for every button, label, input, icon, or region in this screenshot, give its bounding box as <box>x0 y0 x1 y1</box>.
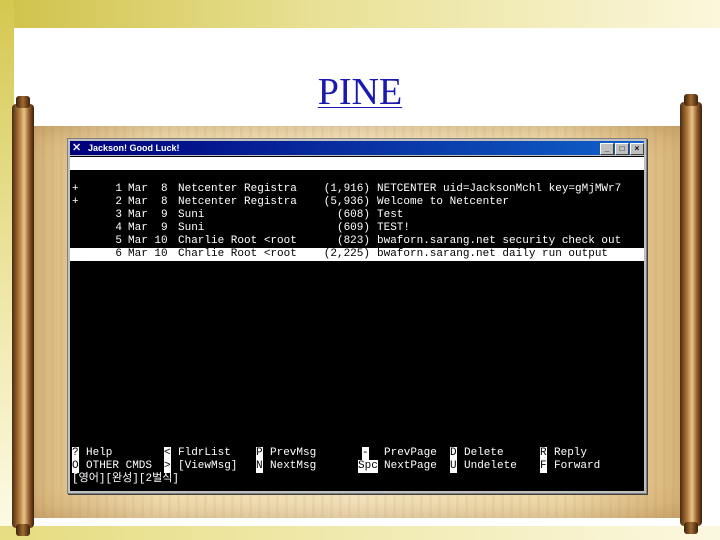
message-from: Charlie Root <root <box>178 248 297 260</box>
pine-terminal[interactable]: PINE 4.21 MESSAGE INDEX Folder: INBOX Me… <box>70 156 644 491</box>
command-label[interactable]: Help <box>86 447 112 460</box>
command-label[interactable]: Delete <box>464 447 504 460</box>
message-size: (5,936) <box>323 196 370 208</box>
message-subject: NETCENTER uid=JacksonMchl key=gMjMWr7 <box>377 183 622 195</box>
message-subject: bwaforn.sarang.net security check out <box>377 235 622 247</box>
command-key[interactable]: D <box>450 447 457 460</box>
command-menu-row-1: ? Help < FldrList P PrevMsg - PrevPage D Delete R R… <box>70 447 644 460</box>
message-row[interactable]: +1 Mar 8 Netcenter Registra (1,916) NETCENTE… <box>70 183 644 196</box>
message-row[interactable]: +2 Mar 8 Netcenter Registra (5,936) Welcome … <box>70 196 644 209</box>
message-from: Netcenter Registra <box>178 196 297 208</box>
message-row[interactable]: 6 Mar 10 Charlie Root <root (2,225) bwaforn.… <box>70 248 644 261</box>
scroll-roller-right <box>680 94 702 534</box>
pine-version: PINE 4.21 <box>88 170 148 182</box>
message-size: (823) <box>336 235 370 247</box>
x-app-icon: ✕ <box>72 142 82 154</box>
message-size: (609) <box>336 222 370 234</box>
message-date: Mar 8 <box>128 183 168 195</box>
command-label[interactable]: PrevPage <box>384 447 437 460</box>
command-key[interactable]: ? <box>72 447 79 460</box>
message-subject: bwaforn.sarang.net daily run output <box>377 248 609 260</box>
message-from: Netcenter Registra <box>178 183 297 195</box>
slide-title: PINE <box>317 71 403 113</box>
command-label[interactable]: PrevMsg <box>270 447 316 460</box>
message-num: 5 <box>115 235 122 247</box>
command-key[interactable]: < <box>164 447 171 460</box>
message-num: 6 <box>115 248 122 260</box>
background-band-top <box>0 0 720 28</box>
message-num: 3 <box>115 209 122 221</box>
command-label[interactable]: Undelete <box>464 460 517 473</box>
window-title: Jackson! Good Luck! <box>88 143 180 153</box>
message-size: (608) <box>336 209 370 221</box>
command-key[interactable]: N <box>256 460 263 473</box>
minimize-button[interactable]: _ <box>600 143 614 155</box>
command-key[interactable]: > <box>164 460 171 473</box>
message-date: Mar 10 <box>128 235 168 247</box>
command-key[interactable]: Spc <box>358 460 378 473</box>
command-key[interactable]: - <box>362 447 369 460</box>
message-subject: TEST! <box>377 222 411 234</box>
message-row[interactable]: 3 Mar 9 Suni (608) Test <box>70 209 644 222</box>
command-label[interactable]: FldrList <box>178 447 231 460</box>
message-from: Suni <box>178 222 205 234</box>
command-menu-row-2: O OTHER CMDS > [ViewMsg] N NextMsg Spc NextPage… <box>70 460 644 473</box>
roller-knob-top <box>684 94 698 106</box>
message-subject: Welcome to Netcenter <box>377 196 510 208</box>
message-from: Charlie Root <root <box>178 235 297 247</box>
message-row[interactable]: 4 Mar 9 Suni (609) TEST! <box>70 222 644 235</box>
command-label[interactable]: Reply <box>554 447 587 460</box>
roller-knob-bottom <box>684 522 698 534</box>
message-num: 4 <box>115 222 122 234</box>
message-flag: + <box>72 183 79 195</box>
input-method-status: [영어][완성][2벌식] <box>72 473 179 485</box>
close-button[interactable]: × <box>630 143 644 155</box>
message-subject: Test <box>377 209 404 221</box>
message-from: Suni <box>178 209 205 221</box>
roller-knob-top <box>16 96 30 108</box>
roller-knob-bottom <box>16 524 30 536</box>
message-size: (2,225) <box>323 248 370 260</box>
command-key[interactable]: O <box>72 460 79 473</box>
command-label[interactable]: NextPage <box>384 460 437 473</box>
command-label[interactable]: Forward <box>554 460 600 473</box>
message-date: Mar 8 <box>128 196 168 208</box>
message-date: Mar 9 <box>128 222 168 234</box>
command-key[interactable]: F <box>540 460 547 473</box>
scroll-roller-left <box>12 96 34 536</box>
maximize-button[interactable]: □ <box>615 143 629 155</box>
message-size: (1,916) <box>323 183 370 195</box>
command-key[interactable]: P <box>256 447 263 460</box>
command-label[interactable]: OTHER CMDS <box>86 460 152 473</box>
pine-status-header: PINE 4.21 MESSAGE INDEX Folder: INBOX Me… <box>70 157 644 221</box>
command-key[interactable]: U <box>450 460 457 473</box>
command-label[interactable]: [ViewMsg] <box>178 460 237 473</box>
command-label[interactable]: NextMsg <box>270 460 316 473</box>
message-row[interactable]: 5 Mar 10 Charlie Root <root (823) bwaforn.sa… <box>70 235 644 248</box>
message-date: Mar 10 <box>128 248 168 260</box>
message-date: Mar 9 <box>128 209 168 221</box>
message-num: 2 <box>115 196 122 208</box>
window-titlebar[interactable]: ✕ Jackson! Good Luck! _ □ × <box>70 141 644 155</box>
message-flag: + <box>72 196 79 208</box>
command-key[interactable]: R <box>540 447 547 460</box>
terminal-window[interactable]: ✕ Jackson! Good Luck! _ □ × PINE 4.21 ME… <box>67 138 647 494</box>
background-band-bottom <box>0 526 720 540</box>
message-num: 1 <box>115 183 122 195</box>
